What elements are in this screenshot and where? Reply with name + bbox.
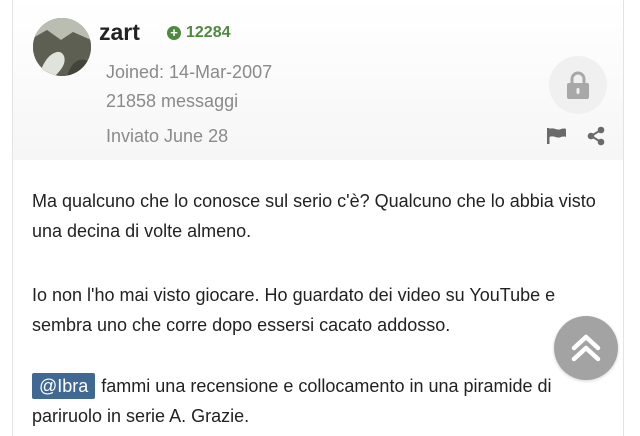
forum-post: zart + 12284 Joined: 14-Mar-2007 21858 m…	[12, 0, 624, 436]
mention-text: fammi una recensione e collocamento in u…	[32, 376, 552, 426]
joined-date: Joined: 14-Mar-2007	[106, 62, 273, 82]
post-paragraph: @Ibra fammi una recensione e collocamento…	[32, 371, 612, 431]
message-count: 21858 messaggi	[106, 91, 239, 111]
reputation-count: 12284	[186, 24, 231, 41]
post-body: Io non l'ho mai visto giocare. Ho guarda…	[32, 280, 612, 340]
user-mention[interactable]: @Ibra	[32, 373, 96, 399]
post-author-header: zart + 12284 Joined: 14-Mar-2007 21858 m…	[13, 0, 623, 160]
avatar[interactable]	[33, 18, 91, 76]
reputation-badge[interactable]: + 12284	[167, 24, 231, 42]
author-name[interactable]: zart	[99, 18, 140, 46]
plus-circle-icon: +	[167, 26, 181, 40]
post-date[interactable]: Inviato June 28	[106, 125, 228, 147]
post-body: @Ibra fammi una recensione e collocamento…	[32, 371, 612, 431]
lock-icon	[567, 71, 589, 99]
avatar-image	[33, 18, 91, 76]
post-paragraph: Ma qualcuno che lo conosce sul serio c'è…	[32, 191, 596, 241]
lock-button[interactable]	[549, 56, 607, 114]
chevron-double-up-icon	[571, 334, 601, 362]
share-icon[interactable]	[586, 126, 606, 146]
flag-icon[interactable]	[546, 127, 568, 145]
scroll-to-top-button[interactable]	[554, 316, 618, 380]
post-body: Ma qualcuno che lo conosce sul serio c'è…	[32, 186, 612, 246]
post-paragraph: Io non l'ho mai visto giocare. Ho guarda…	[32, 285, 556, 335]
